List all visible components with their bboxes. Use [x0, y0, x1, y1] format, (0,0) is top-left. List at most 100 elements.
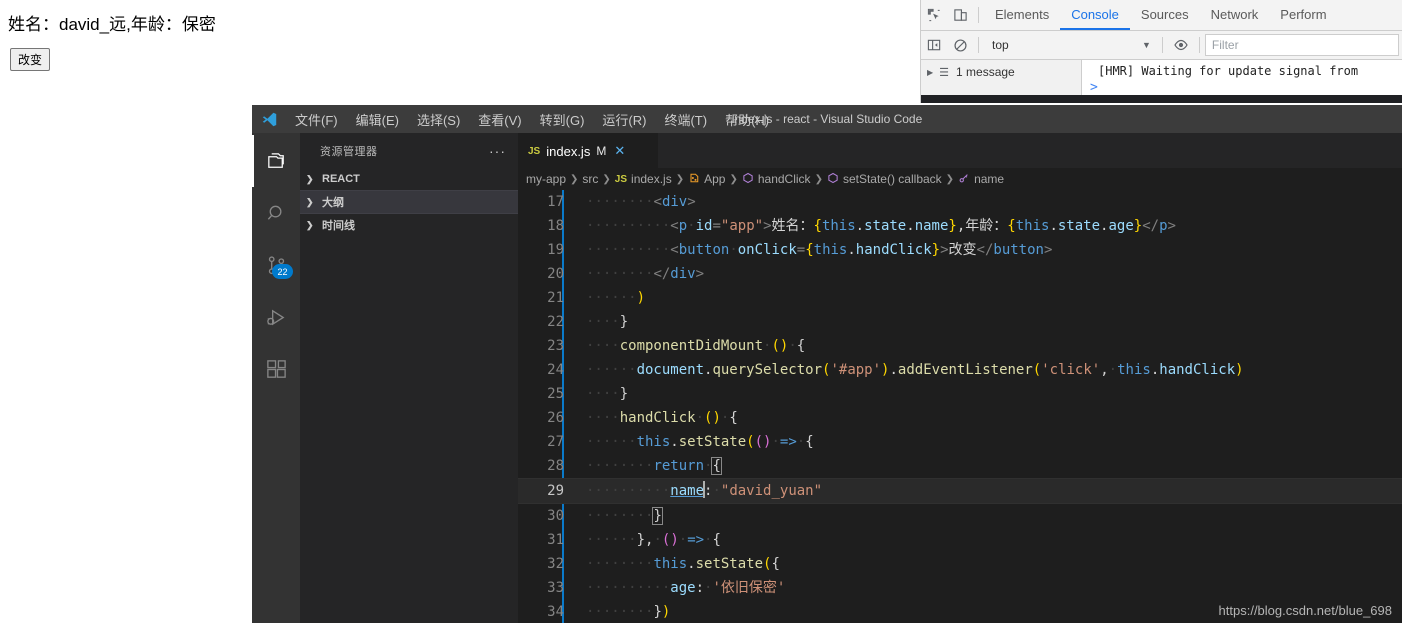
menu-terminal[interactable]: 终端(T): [655, 107, 716, 132]
line-number: 18: [547, 218, 564, 234]
line-number: 22: [547, 314, 564, 330]
breadcrumb-label: setState() callback: [842, 172, 942, 186]
code-line[interactable]: 33 ··········age:·'依旧保密': [518, 576, 1402, 600]
console-sidebar-icon[interactable]: [921, 32, 947, 58]
source-control-badge: 22: [272, 264, 293, 279]
line-content: ······},·()·=>·{: [586, 532, 721, 548]
breadcrumb-item-handclick[interactable]: handClick: [742, 172, 811, 187]
vscode-menubar: 文件(F) 编辑(E) 选择(S) 查看(V) 转到(G) 运行(R) 终端(T…: [286, 107, 778, 132]
code-line[interactable]: 25 ····}: [518, 382, 1402, 406]
filterbar-divider-3: [1198, 37, 1200, 53]
code-line[interactable]: 26 ····handClick·()·{: [518, 406, 1402, 430]
code-line[interactable]: 30 ········}: [518, 504, 1402, 528]
chevron-down-icon[interactable]: ▼: [1142, 40, 1151, 50]
watermark-text: https://blog.csdn.net/blue_698: [1218, 603, 1392, 618]
line-content: ······this.setState(()·=>·{: [586, 434, 814, 450]
breadcrumb-item-indexjs[interactable]: JS index.js: [615, 172, 672, 186]
menu-file[interactable]: 文件(F): [286, 107, 347, 132]
menu-selection[interactable]: 选择(S): [408, 107, 469, 132]
code-line[interactable]: 22 ····}: [518, 310, 1402, 334]
breadcrumb-item-my-app[interactable]: my-app: [526, 172, 566, 186]
sidebar-item-outline[interactable]: ❯ 大纲: [300, 190, 518, 214]
close-icon[interactable]: ✕: [614, 143, 625, 159]
vscode-logo-icon: [252, 105, 286, 133]
device-toolbar-icon[interactable]: [947, 2, 973, 28]
sidebar-item-react[interactable]: ❯ REACT: [300, 168, 518, 190]
sidebar-item-label: 大纲: [322, 197, 344, 209]
menu-run[interactable]: 运行(R): [593, 107, 655, 132]
line-content: ········</div>: [586, 266, 705, 282]
code-line-current[interactable]: 29 ··········name:·"david_yuan": [518, 478, 1402, 504]
breadcrumb-item-name[interactable]: name: [958, 172, 1004, 187]
breadcrumb-label: name: [974, 172, 1005, 186]
line-number: 26: [547, 410, 564, 426]
line-number: 32: [547, 556, 564, 572]
breadcrumb-item-src[interactable]: src: [582, 172, 598, 186]
sidebar-item-label: 时间线: [322, 220, 355, 232]
editor-tab-indexjs[interactable]: JS index.js M ✕: [518, 133, 658, 168]
vscode-window: 文件(F) 编辑(E) 选择(S) 查看(V) 转到(G) 运行(R) 终端(T…: [252, 105, 1402, 623]
search-icon[interactable]: [252, 187, 300, 239]
line-number: 21: [547, 290, 564, 306]
console-log-message: [HMR] Waiting for update signal from: [1098, 64, 1359, 78]
tab-performance[interactable]: Perform: [1269, 0, 1337, 30]
menu-go[interactable]: 转到(G): [531, 107, 594, 132]
line-number: 19: [547, 242, 564, 258]
explorer-sidebar: 资源管理器 ··· ❯ REACT ❯ 大纲 ❯ 时间线: [300, 133, 518, 623]
line-content: ········<div>: [586, 194, 696, 210]
editor-area: JS index.js M ✕ my-app ❯ src ❯ JS index.…: [518, 133, 1402, 623]
code-line[interactable]: 31 ······},·()·=>·{: [518, 528, 1402, 552]
code-editor[interactable]: 17 ········<div> 18 ··········<p·id="app…: [518, 190, 1402, 623]
screen-root: 姓名：david_远,年龄：保密 改变 Elements Console Sou…: [0, 0, 1402, 623]
menu-view[interactable]: 查看(V): [469, 107, 530, 132]
console-prompt-icon[interactable]: >: [1082, 80, 1402, 95]
sidebar-item-timeline[interactable]: ❯ 时间线: [300, 214, 518, 236]
code-line[interactable]: 20 ········</div>: [518, 262, 1402, 286]
code-line[interactable]: 32 ········this.setState({: [518, 552, 1402, 576]
code-line[interactable]: 28 ········return·{: [518, 454, 1402, 478]
tab-network[interactable]: Network: [1200, 0, 1270, 30]
code-line[interactable]: 24 ······document.querySelector('#app').…: [518, 358, 1402, 382]
filterbar-divider-2: [1161, 37, 1163, 53]
inspect-element-icon[interactable]: [921, 2, 947, 28]
extensions-icon[interactable]: [252, 343, 300, 395]
devtools-tabbar: Elements Console Sources Network Perform: [921, 0, 1402, 31]
breadcrumb-item-app[interactable]: App: [688, 172, 725, 187]
line-content: ····componentDidMount·()·{: [586, 338, 806, 354]
code-line[interactable]: 23 ····componentDidMount·()·{: [518, 334, 1402, 358]
list-icon: ☰: [939, 66, 950, 79]
line-content: ········}): [586, 604, 671, 620]
more-actions-icon[interactable]: ···: [489, 143, 506, 159]
explorer-icon[interactable]: [252, 135, 300, 187]
breadcrumb-separator: ❯: [570, 173, 579, 185]
chevron-right-icon: ❯: [306, 173, 314, 184]
console-context-select[interactable]: top: [984, 38, 1142, 52]
code-line[interactable]: 17 ········<div>: [518, 190, 1402, 214]
change-button[interactable]: 改变: [10, 48, 51, 71]
breadcrumb-separator: ❯: [602, 173, 611, 185]
code-line[interactable]: 18 ··········<p·id="app">姓名：{this.state.…: [518, 214, 1402, 238]
menu-help[interactable]: 帮助(H): [716, 107, 778, 132]
clear-console-icon[interactable]: [947, 32, 973, 58]
console-sidebar-messages[interactable]: ▶ ☰ 1 message: [921, 60, 1081, 84]
code-line[interactable]: 27 ······this.setState(()·=>·{: [518, 430, 1402, 454]
breadcrumb-item-setstate-callback[interactable]: setState() callback: [827, 172, 942, 187]
filterbar-divider: [978, 37, 979, 53]
line-number: 29: [547, 483, 564, 499]
tab-elements[interactable]: Elements: [984, 0, 1060, 30]
triangle-right-icon: ▶: [927, 67, 934, 77]
code-line[interactable]: 19 ··········<button·onClick={this.handC…: [518, 238, 1402, 262]
menu-edit[interactable]: 编辑(E): [347, 107, 408, 132]
code-line[interactable]: 21 ······): [518, 286, 1402, 310]
line-number: 17: [547, 194, 564, 210]
line-number: 24: [547, 362, 564, 378]
source-control-icon[interactable]: 22: [252, 239, 300, 291]
method-symbol-icon: [742, 172, 754, 187]
console-filter-input[interactable]: Filter: [1204, 34, 1399, 56]
live-expression-icon[interactable]: [1168, 32, 1194, 58]
breadcrumb: my-app ❯ src ❯ JS index.js ❯ App ❯ handC…: [518, 168, 1402, 190]
tab-console[interactable]: Console: [1060, 0, 1130, 30]
message-count-label: 1 message: [956, 65, 1015, 79]
tab-sources[interactable]: Sources: [1130, 0, 1200, 30]
run-debug-icon[interactable]: [252, 291, 300, 343]
